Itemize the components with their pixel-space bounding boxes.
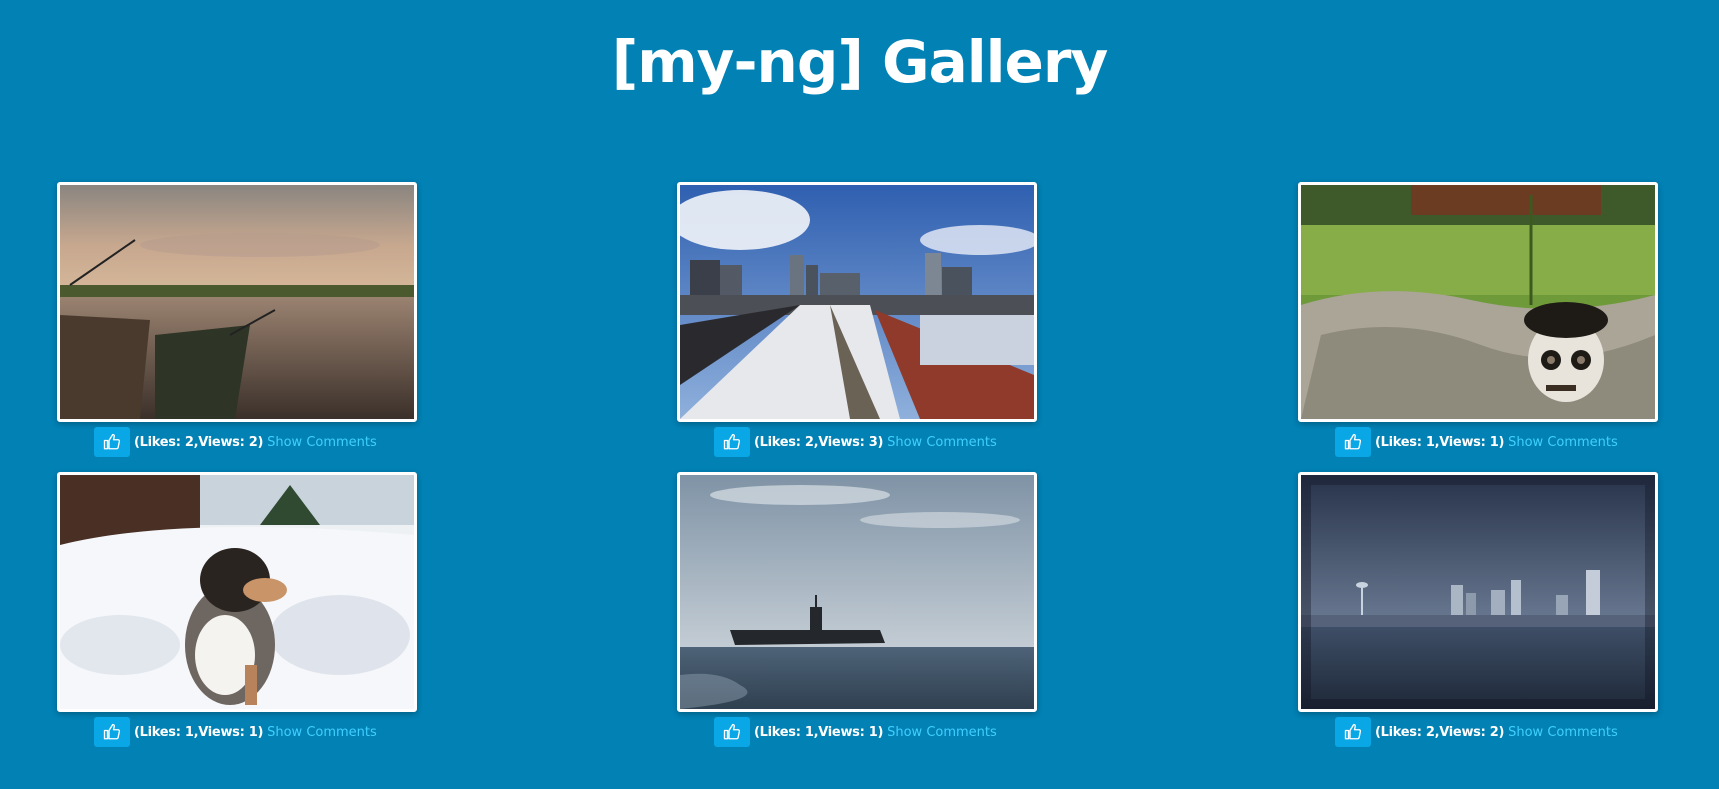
thumbs-up-icon	[1344, 723, 1362, 740]
photo-meta: (Likes: 1,Views: 1) Show Comments	[1298, 427, 1658, 457]
photo-thumbnail[interactable]	[677, 472, 1037, 712]
show-comments-link[interactable]: Show Comments	[267, 725, 377, 740]
show-comments-link[interactable]: Show Comments	[887, 725, 997, 740]
show-comments-link[interactable]: Show Comments	[887, 435, 997, 450]
photo-meta: (Likes: 2,Views: 3) Show Comments	[677, 427, 1037, 457]
photo-meta: (Likes: 2,Views: 2) Show Comments	[1298, 717, 1658, 747]
photo-thumbnail[interactable]	[57, 472, 417, 712]
like-button[interactable]	[1335, 717, 1371, 747]
thumbs-up-icon	[1344, 433, 1362, 450]
photo-city-bridge	[680, 185, 1034, 419]
gallery-card: (Likes: 1,Views: 1) Show Comments	[677, 472, 1037, 747]
likes-views-text: (Likes: 1,Views: 1)	[754, 724, 884, 740]
photo-thumbnail[interactable]	[677, 182, 1037, 422]
thumbs-up-icon	[103, 723, 121, 740]
like-button[interactable]	[94, 427, 130, 457]
page-title: [my-ng] Gallery	[611, 28, 1109, 96]
photo-skyline-water	[1301, 475, 1655, 709]
like-button[interactable]	[714, 427, 750, 457]
gallery-card: (Likes: 1,Views: 1) Show Comments	[1298, 182, 1658, 457]
photo-thumbnail[interactable]	[1298, 182, 1658, 422]
photo-meta: (Likes: 2,Views: 2) Show Comments	[57, 427, 417, 457]
gallery-card: (Likes: 2,Views: 2) Show Comments	[1298, 472, 1658, 747]
photo-thumbnail[interactable]	[57, 182, 417, 422]
photo-meta: (Likes: 1,Views: 1) Show Comments	[57, 717, 417, 747]
like-button[interactable]	[714, 717, 750, 747]
show-comments-link[interactable]: Show Comments	[1508, 725, 1618, 740]
photo-dog-snow	[60, 475, 414, 709]
photo-meta: (Likes: 1,Views: 1) Show Comments	[677, 717, 1037, 747]
like-button[interactable]	[94, 717, 130, 747]
gallery-card: (Likes: 2,Views: 2) Show Comments	[57, 182, 417, 457]
photo-lake-dusk	[60, 185, 414, 419]
likes-views-text: (Likes: 2,Views: 2)	[134, 434, 264, 450]
show-comments-link[interactable]: Show Comments	[267, 435, 377, 450]
show-comments-link[interactable]: Show Comments	[1508, 435, 1618, 450]
gallery-page: [my-ng] Gallery (Likes: 2,Views: 2) Show…	[0, 0, 1719, 789]
photo-aircraft-carrier	[680, 475, 1034, 709]
likes-views-text: (Likes: 2,Views: 2)	[1375, 724, 1505, 740]
thumbs-up-icon	[723, 433, 741, 450]
photo-creature-rock	[1301, 185, 1655, 419]
likes-views-text: (Likes: 1,Views: 1)	[134, 724, 264, 740]
gallery-card: (Likes: 1,Views: 1) Show Comments	[57, 472, 417, 747]
gallery-card: (Likes: 2,Views: 3) Show Comments	[677, 182, 1037, 457]
likes-views-text: (Likes: 2,Views: 3)	[754, 434, 884, 450]
thumbs-up-icon	[103, 433, 121, 450]
thumbs-up-icon	[723, 723, 741, 740]
photo-thumbnail[interactable]	[1298, 472, 1658, 712]
like-button[interactable]	[1335, 427, 1371, 457]
likes-views-text: (Likes: 1,Views: 1)	[1375, 434, 1505, 450]
